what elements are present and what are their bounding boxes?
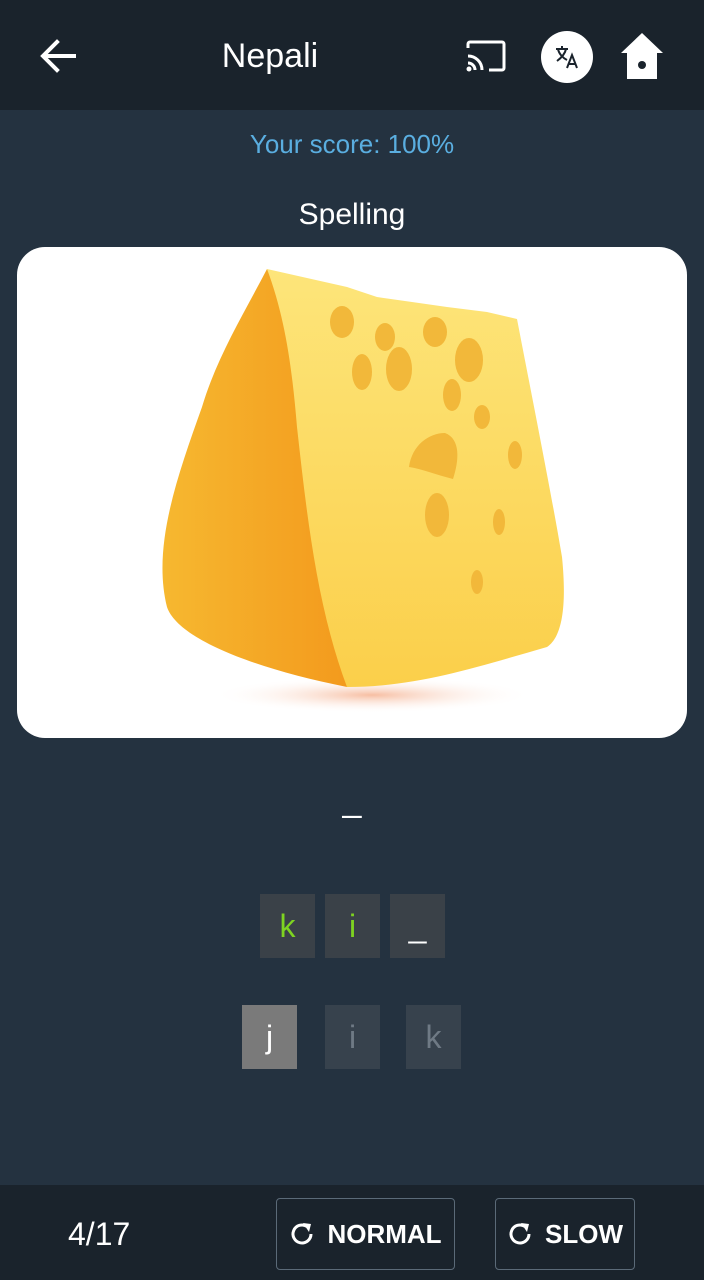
letter-choice-i[interactable]: i bbox=[325, 1005, 380, 1069]
back-arrow-icon bbox=[40, 39, 76, 73]
replay-normal-button[interactable]: NORMAL bbox=[276, 1198, 455, 1270]
letter-choice-j[interactable]: j bbox=[242, 1005, 297, 1069]
replay-normal-label: NORMAL bbox=[327, 1218, 442, 1249]
back-button[interactable] bbox=[30, 30, 86, 82]
translate-icon bbox=[556, 46, 578, 69]
answer-placeholder: _ bbox=[342, 781, 362, 819]
replay-slow-label: SLOW bbox=[545, 1218, 623, 1249]
cheese-image bbox=[17, 247, 687, 738]
replay-slow-button[interactable]: SLOW bbox=[495, 1198, 635, 1270]
answer-slot[interactable]: i bbox=[325, 894, 380, 958]
page-title: Nepali bbox=[221, 37, 319, 75]
letter-choice-k[interactable]: k bbox=[406, 1005, 461, 1069]
replay-icon bbox=[509, 1223, 531, 1245]
cast-button[interactable] bbox=[458, 32, 514, 80]
progress-counter: 4/17 bbox=[68, 1216, 131, 1252]
replay-icon bbox=[291, 1223, 313, 1245]
translate-button[interactable] bbox=[541, 31, 593, 83]
score-text: Your score: 100% bbox=[249, 129, 455, 159]
answer-slot[interactable]: _ bbox=[390, 894, 445, 958]
mode-label: Spelling bbox=[298, 198, 406, 231]
answer-slot[interactable]: k bbox=[260, 894, 315, 958]
home-button[interactable] bbox=[614, 28, 670, 84]
cast-icon bbox=[466, 40, 506, 72]
home-icon bbox=[621, 33, 663, 79]
